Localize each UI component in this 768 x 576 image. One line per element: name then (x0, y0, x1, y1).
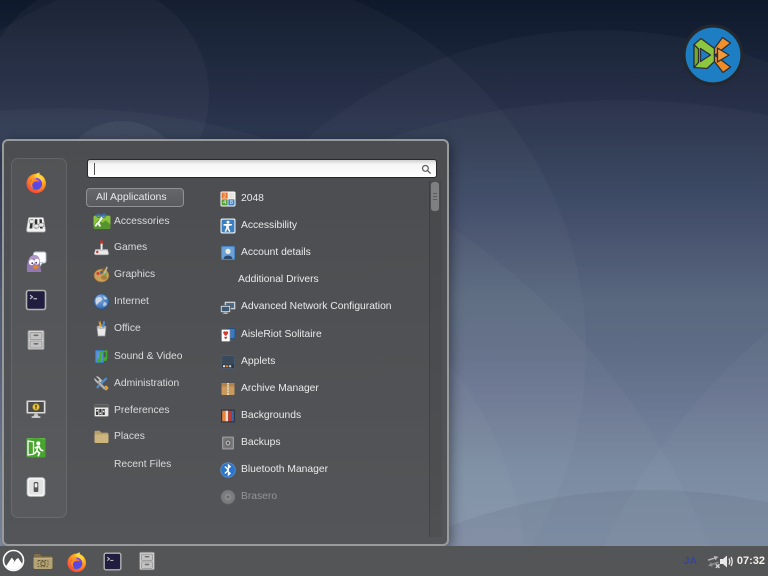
svg-text:4: 4 (223, 200, 226, 206)
svg-text:2: 2 (223, 193, 226, 199)
svg-text:8: 8 (230, 200, 233, 206)
